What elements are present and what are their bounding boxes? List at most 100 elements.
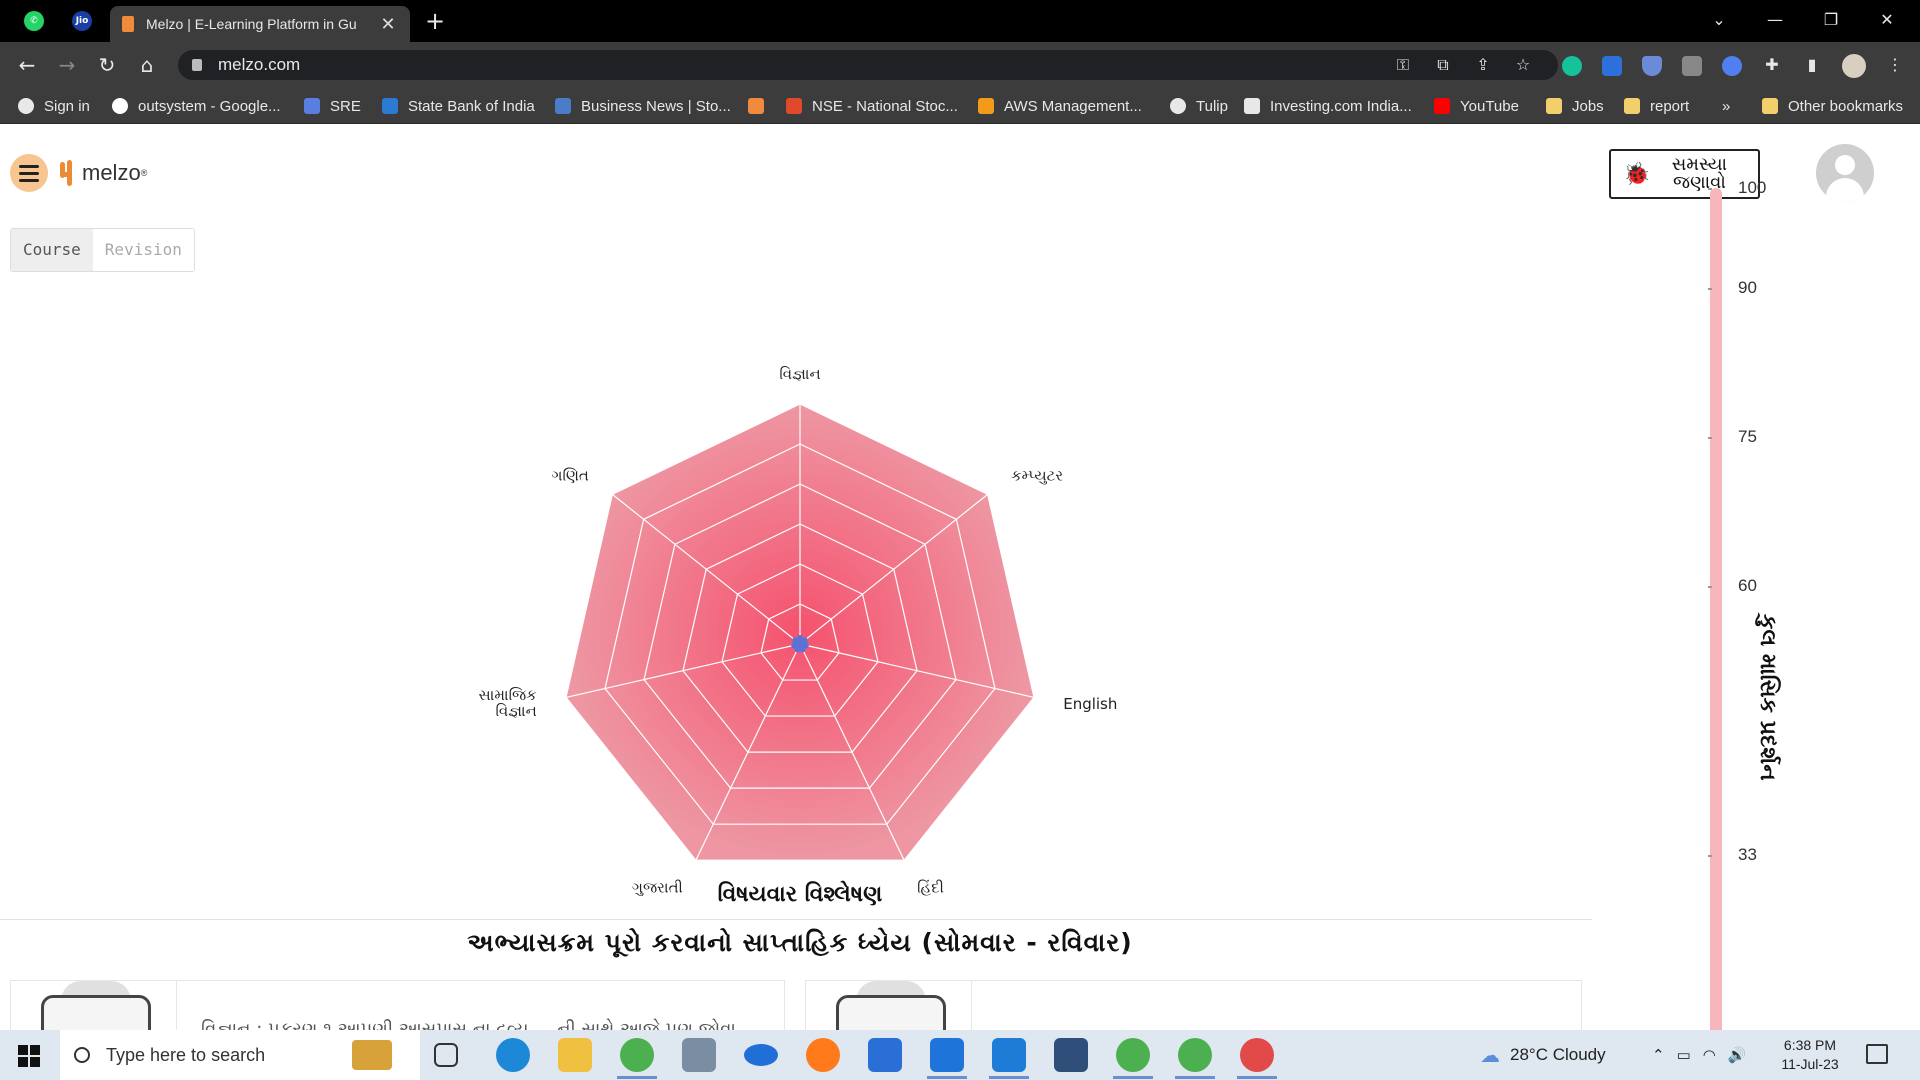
chevron-up-icon[interactable]: ⌃ <box>1652 1046 1665 1064</box>
radar-point[interactable] <box>799 646 806 653</box>
folder-icon <box>1546 98 1562 114</box>
bookmark-google[interactable]: outsystem - Google... <box>112 88 281 124</box>
google-icon <box>112 98 128 114</box>
taskbar-search-box[interactable]: Type here to search <box>60 1030 420 1080</box>
radar-point[interactable] <box>792 637 799 644</box>
new-tab-button[interactable]: + <box>420 6 450 36</box>
volume-icon[interactable]: 🔊 <box>1728 1046 1747 1064</box>
chrome-icon[interactable] <box>620 1038 654 1072</box>
vscode-icon[interactable] <box>992 1038 1026 1072</box>
clock-date: 11-Jul-23 <box>1781 1056 1839 1072</box>
wifi-icon[interactable]: ◠ <box>1703 1046 1716 1064</box>
bookmark-label: NSE - National Stoc... <box>812 97 958 115</box>
jio-icon: Jio <box>72 11 92 31</box>
chrome-profile-icon[interactable] <box>1240 1038 1274 1072</box>
forward-button[interactable]: → <box>52 50 82 80</box>
radar-axis-label: કમ્પ્યુટર <box>1011 467 1063 485</box>
bookmark-label: report <box>1650 97 1690 115</box>
calculator-icon[interactable] <box>682 1038 716 1072</box>
scale-tick-mark <box>1708 586 1712 588</box>
minimize-button[interactable]: — <box>1752 0 1798 42</box>
open-in-app-icon[interactable]: ⧉ <box>1428 50 1458 80</box>
share-icon[interactable]: ⇪ <box>1468 50 1498 80</box>
profile-avatar[interactable] <box>1842 54 1866 78</box>
subject-radar-chart: વિજ્ઞાન કમ્પ્યુટર English હિંદી ગુજરાતી સામાજ… <box>420 294 1180 954</box>
reload-button[interactable]: ↻ <box>92 50 122 80</box>
pinned-tab-jio[interactable]: Jio <box>62 0 102 42</box>
key-icon[interactable]: ⚿ <box>1388 50 1418 80</box>
tab-search-chevron-icon[interactable]: ⌄ <box>1696 0 1742 42</box>
tab-course[interactable]: Course <box>11 229 93 271</box>
bookmarks-overflow-button[interactable]: » <box>1722 88 1730 124</box>
radar-point[interactable] <box>801 637 808 644</box>
bookmark-sre[interactable]: SRE <box>304 88 361 124</box>
other-bookmarks[interactable]: Other bookmarks <box>1762 88 1903 124</box>
battery-icon[interactable]: ▭ <box>1677 1046 1691 1064</box>
close-tab-icon[interactable]: ✕ <box>378 14 398 35</box>
bookmark-nse[interactable]: NSE - National Stoc... <box>786 88 958 124</box>
nse-icon <box>786 98 802 114</box>
scale-tick-mark <box>1708 188 1712 190</box>
bookmark-aws[interactable]: AWS Management... <box>978 88 1142 124</box>
sql-icon[interactable] <box>1054 1038 1088 1072</box>
hamburger-menu-button[interactable] <box>10 154 48 192</box>
lesson-card[interactable] <box>805 980 1582 1030</box>
clock[interactable]: 6:38 PM 11-Jul-23 <box>1770 1036 1850 1074</box>
melzo-logo[interactable]: melzo ® <box>60 158 147 188</box>
notifications-icon[interactable] <box>1866 1044 1888 1064</box>
side-panel-icon[interactable]: ▮ <box>1797 50 1827 80</box>
youtube-icon <box>1434 98 1450 114</box>
extension-icon[interactable] <box>1682 56 1702 76</box>
scale-tick-mark <box>1708 436 1712 439</box>
onedrive-icon[interactable] <box>744 1044 778 1066</box>
shield-icon[interactable] <box>1642 56 1662 76</box>
bookmark-youtube[interactable]: YouTube <box>1434 88 1519 124</box>
bookmark-sbi[interactable]: State Bank of India <box>382 88 535 124</box>
chrome-profile-icon[interactable] <box>1116 1038 1150 1072</box>
performance-bar <box>1710 188 1722 1030</box>
radar-axis-label: ગણિત <box>552 467 589 485</box>
firefox-icon[interactable] <box>806 1038 840 1072</box>
chrome-profile-icon[interactable] <box>1178 1038 1212 1072</box>
bookmark-tulip[interactable]: Tulip <box>1170 88 1228 124</box>
home-button[interactable]: ⌂ <box>132 50 162 80</box>
search-icon <box>74 1047 90 1063</box>
bookmark-label: YouTube <box>1460 97 1519 115</box>
bookmark-star-icon[interactable]: ☆ <box>1508 50 1538 80</box>
bookmark-sign-in[interactable]: Sign in <box>18 88 90 124</box>
address-bar[interactable]: melzo.com <box>178 50 1558 80</box>
file-explorer-icon[interactable] <box>558 1038 592 1072</box>
windows-start-button[interactable] <box>18 1045 40 1067</box>
bookmark-news[interactable]: Business News | Sto... <box>555 88 731 124</box>
url-text: melzo.com <box>218 55 301 74</box>
store-icon[interactable] <box>868 1038 902 1072</box>
react-icon[interactable] <box>1722 56 1742 76</box>
bookmark-investing[interactable]: Investing.com India... <box>1244 88 1412 124</box>
extension-icon[interactable] <box>1602 56 1622 76</box>
bookmark-label: Investing.com India... <box>1270 97 1412 115</box>
briefcase-icon <box>352 1040 392 1070</box>
mail-icon[interactable] <box>930 1038 964 1072</box>
system-tray[interactable]: ⌃ ▭ ◠ 🔊 <box>1652 1030 1747 1080</box>
lock-icon <box>192 59 202 71</box>
grammarly-icon[interactable] <box>1562 56 1582 76</box>
close-window-button[interactable]: ✕ <box>1864 0 1910 42</box>
bookmark-label: State Bank of India <box>408 97 535 115</box>
edge-icon[interactable] <box>496 1038 530 1072</box>
puzzle-icon[interactable]: ✚ <box>1757 50 1787 80</box>
bookmark-folder[interactable]: report <box>1624 88 1689 124</box>
restore-button[interactable]: ❐ <box>1808 0 1854 42</box>
radar-axis-label: વિજ્ઞાન <box>779 365 820 383</box>
radar-point[interactable] <box>791 642 798 649</box>
task-view-icon[interactable] <box>434 1043 458 1067</box>
bookmarks-bar: Sign in outsystem - Google... SRE State Ban… <box>0 88 1920 124</box>
bookmark-folder[interactable]: Jobs <box>1546 88 1604 124</box>
pinned-tab-whatsapp[interactable]: ✆ <box>14 0 54 42</box>
menu-dots-icon[interactable]: ⋮ <box>1880 50 1910 80</box>
bookmark-melzo[interactable] <box>748 88 774 124</box>
tab-revision[interactable]: Revision <box>92 229 194 271</box>
lesson-card[interactable]: વિજ્ઞાન : પ્રકરણ ૧ આપણી આસપાસ ના દ્રવ્ય … <box>10 980 785 1030</box>
active-tab[interactable]: Melzo | E-Learning Platform in Gu ✕ <box>110 6 410 42</box>
weather-widget[interactable]: ☁ 28°C Cloudy <box>1480 1030 1606 1080</box>
back-button[interactable]: ← <box>12 50 42 80</box>
